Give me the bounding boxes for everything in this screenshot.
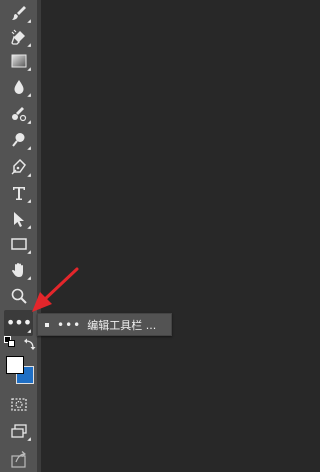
type-icon	[12, 187, 25, 200]
blur-drop-icon	[13, 80, 24, 94]
default-colors-icon[interactable]	[4, 336, 15, 347]
hand-icon	[11, 263, 23, 277]
path-select-tool[interactable]	[4, 206, 33, 232]
edit-toolbar-button[interactable]: •••	[4, 310, 33, 336]
pen-icon	[11, 158, 26, 175]
color-swatches	[3, 336, 37, 386]
swap-colors-icon[interactable]	[24, 338, 36, 350]
path-select-icon	[13, 212, 24, 227]
dodge-icon	[11, 133, 24, 147]
brush-tool[interactable]	[4, 0, 33, 26]
quick-mask-icon	[10, 398, 27, 411]
share-icon	[10, 451, 26, 468]
gradient-icon	[11, 54, 26, 68]
tools-panel: •••	[0, 0, 41, 472]
dodge-tool[interactable]	[4, 127, 33, 153]
canvas-area	[41, 0, 252, 472]
eraser-tool[interactable]	[4, 24, 33, 50]
zoom-icon	[11, 288, 27, 304]
hand-tool[interactable]	[4, 257, 33, 283]
foreground-color[interactable]	[6, 356, 24, 374]
share-button[interactable]	[4, 446, 33, 472]
smudge-tool[interactable]	[4, 101, 33, 127]
selected-indicator	[45, 322, 49, 327]
type-tool[interactable]	[4, 180, 33, 206]
smudge-icon	[11, 107, 26, 122]
rectangle-tool[interactable]	[4, 231, 33, 257]
pen-tool[interactable]	[4, 154, 33, 180]
zoom-tool[interactable]	[4, 283, 33, 309]
brush-icon	[11, 6, 26, 20]
quick-mask-button[interactable]	[4, 391, 33, 417]
edit-toolbar-flyout[interactable]: ••• 编辑工具栏 ...	[37, 313, 172, 336]
gradient-tool[interactable]	[4, 48, 33, 74]
screen-mode-button[interactable]	[4, 418, 33, 444]
flyout-dots-icon: •••	[57, 317, 82, 332]
more-dots-icon: •••	[5, 313, 32, 332]
blur-tool[interactable]	[4, 74, 33, 100]
toolbar-border	[37, 0, 41, 472]
eraser-icon	[10, 29, 25, 45]
rectangle-icon	[10, 238, 27, 250]
screen-mode-icon	[10, 424, 27, 438]
edit-toolbar-label: 编辑工具栏 ...	[87, 318, 157, 332]
